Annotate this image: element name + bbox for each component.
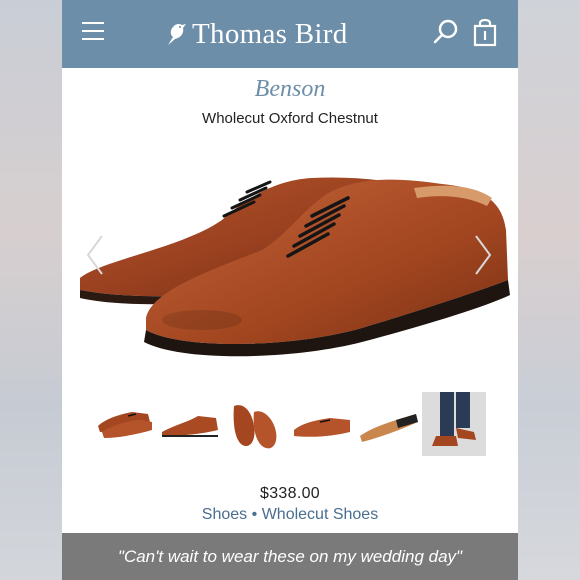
bird-icon [168,23,186,45]
breadcrumb-separator: • [251,506,258,523]
thumbnail-worn[interactable] [422,392,486,456]
thumbnail-pair-side[interactable] [92,392,156,456]
shopping-bag-icon[interactable] [472,16,498,48]
product-main-image [80,177,510,357]
thumbnail-front[interactable] [290,392,354,456]
breadcrumb-shoes-link[interactable]: Shoes [202,506,247,523]
background-left [0,0,62,580]
brand-name: Thomas Bird [192,17,348,50]
thumbnail-side[interactable] [158,392,222,456]
chevron-left-icon[interactable] [84,232,106,278]
brand-logo[interactable]: Thomas Bird [164,14,348,54]
product-price: $338.00 [260,485,320,502]
hamburger-menu-icon[interactable] [82,22,104,42]
search-icon[interactable] [432,18,460,46]
listing-caption: "Can't wait to wear these on my wedding … [117,546,463,566]
thumbnail-sole[interactable] [356,392,420,456]
phone-screen: Thomas Bird Benson Wholecut Oxford Chest… [62,0,518,580]
thumbnail-strip [92,392,488,456]
product-subtitle: Wholecut Oxford Chestnut [202,110,378,127]
breadcrumb-wholecut-shoes-link[interactable]: Wholecut Shoes [262,506,379,523]
caption-bar: "Can't wait to wear these on my wedding … [62,533,518,580]
chevron-right-icon[interactable] [472,232,494,278]
background-right [518,0,580,580]
thumbnail-top[interactable] [224,392,288,456]
breadcrumb: Shoes • Wholecut Shoes [62,506,518,524]
header-bar: Thomas Bird [62,0,518,68]
product-name: Benson [254,76,326,102]
